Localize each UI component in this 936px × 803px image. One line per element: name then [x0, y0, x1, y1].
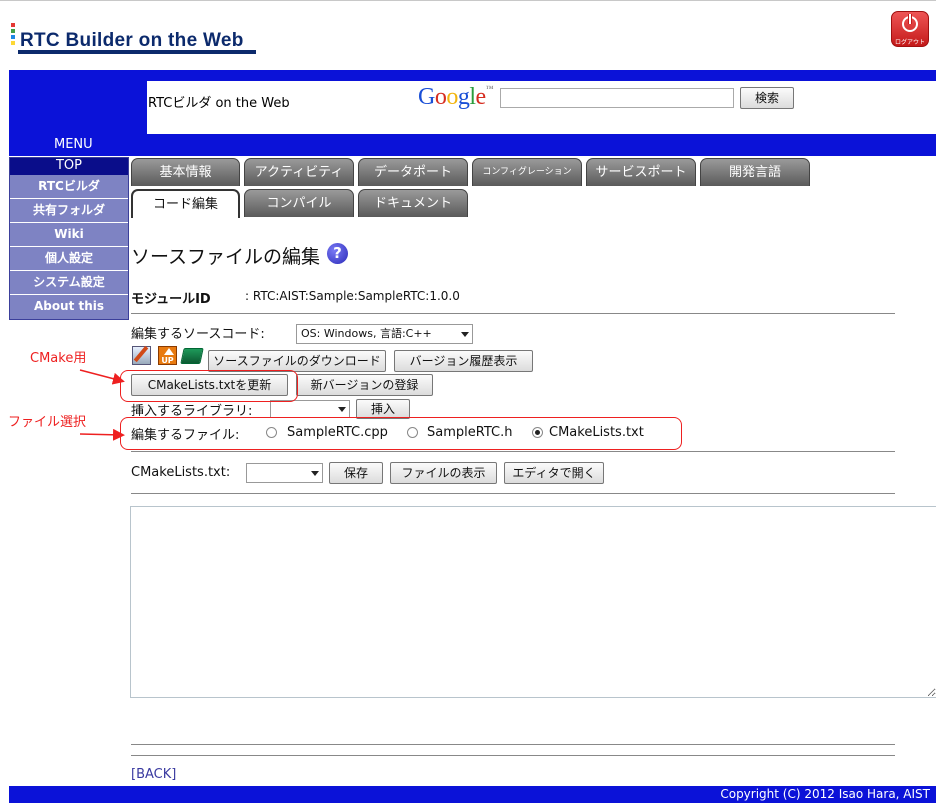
- chevron-down-icon: [461, 332, 469, 337]
- back-link[interactable]: [BACK]: [131, 767, 176, 782]
- divider: [131, 493, 895, 494]
- logo-dot-blue: [11, 35, 15, 39]
- top-divider: [0, 0, 936, 1]
- module-id-value: : RTC:AIST:Sample:SampleRTC:1.0.0: [245, 289, 460, 303]
- download-source-button[interactable]: ソースファイルのダウンロード: [208, 350, 386, 372]
- tab-dataport[interactable]: データポート: [358, 158, 468, 186]
- google-letter: e: [475, 84, 487, 110]
- source-code-label: 編集するソースコード:: [131, 327, 265, 342]
- logout-button[interactable]: ログアウト: [891, 11, 929, 47]
- site-logo: RTC Builder on the Web: [20, 30, 244, 51]
- google-letter: o: [434, 84, 447, 110]
- sidebar-item-personal-settings[interactable]: 個人設定: [10, 247, 128, 271]
- search-button[interactable]: 検索: [740, 87, 794, 109]
- annotation-box-file-select: [120, 417, 682, 450]
- folder-icon[interactable]: [180, 348, 204, 364]
- tab-basic-info[interactable]: 基本情報: [131, 158, 240, 186]
- chevron-down-icon: [311, 471, 319, 476]
- site-name: RTCビルダ on the Web: [148, 96, 290, 111]
- divider: [131, 755, 895, 756]
- sidebar-item-top[interactable]: TOP: [10, 158, 128, 175]
- annotation-box-cmake: [120, 370, 298, 402]
- logout-label: ログアウト: [894, 39, 925, 46]
- google-letter: G: [418, 84, 435, 110]
- power-icon-line: [908, 14, 912, 24]
- upload-icon[interactable]: UP: [158, 346, 177, 365]
- logo-dot-yellow: [11, 41, 15, 45]
- sidebar-item-system-settings[interactable]: システム設定: [10, 271, 128, 295]
- annotation-arrow-file-select: [79, 428, 125, 441]
- show-file-button[interactable]: ファイルの表示: [390, 462, 497, 484]
- sidebar-item-rtcbuilder[interactable]: RTCビルダ: [10, 175, 128, 199]
- tab-dev-language[interactable]: 開発言語: [700, 158, 810, 186]
- logo-dot-red: [11, 23, 15, 27]
- header-band-bottom: [147, 134, 936, 156]
- tab-compile[interactable]: コンパイル: [244, 189, 354, 217]
- tab-serviceport[interactable]: サービスポート: [586, 158, 696, 186]
- sidebar-item-about[interactable]: About this: [10, 295, 128, 319]
- tab-code-edit[interactable]: コード編集: [131, 189, 240, 218]
- sidebar-item-shared-folder[interactable]: 共有フォルダ: [10, 199, 128, 223]
- logo-dot-green: [11, 29, 15, 33]
- save-button[interactable]: 保存: [329, 462, 383, 484]
- copyright: Copyright (C) 2012 Isao Hara, AIST: [720, 787, 930, 801]
- logo-underline: [18, 50, 256, 54]
- module-id-label: モジュールID: [131, 292, 211, 307]
- divider: [131, 451, 895, 452]
- google-tm: ™: [485, 84, 494, 93]
- library-select[interactable]: [270, 400, 350, 418]
- divider: [131, 744, 895, 745]
- register-new-version-button[interactable]: 新バージョンの登録: [296, 374, 433, 396]
- tab-configuration[interactable]: コンフィグレーション: [472, 158, 582, 186]
- code-editor[interactable]: [130, 506, 936, 698]
- help-icon[interactable]: ?: [327, 243, 348, 264]
- sidebar-item-wiki[interactable]: Wiki: [10, 223, 128, 247]
- sidebar-menu: TOP RTCビルダ 共有フォルダ Wiki 個人設定 システム設定 About…: [9, 157, 129, 320]
- google-letter: o: [446, 84, 458, 110]
- divider: [131, 313, 895, 314]
- source-code-value: OS: Windows, 言語:C++: [301, 327, 432, 340]
- chevron-down-icon: [338, 407, 346, 412]
- google-logo: Google™: [418, 84, 494, 111]
- source-code-select[interactable]: OS: Windows, 言語:C++: [296, 324, 473, 344]
- current-file-select[interactable]: [246, 463, 323, 483]
- search-input[interactable]: [500, 88, 734, 108]
- current-file-label: CMakeLists.txt:: [131, 465, 231, 480]
- edit-icon[interactable]: [132, 346, 151, 365]
- annotation-cmake: CMake用: [30, 351, 87, 366]
- insert-button[interactable]: 挿入: [356, 399, 410, 419]
- version-history-button[interactable]: バージョン履歴表示: [394, 350, 533, 372]
- google-letter: g: [457, 84, 470, 110]
- tab-document[interactable]: ドキュメント: [358, 189, 468, 217]
- annotation-arrow-cmake: [79, 369, 125, 385]
- header-band-top: [9, 70, 936, 81]
- footer-bar: Copyright (C) 2012 Isao Hara, AIST: [9, 786, 936, 803]
- annotation-file-select: ファイル選択: [8, 415, 87, 430]
- menu-title: MENU: [54, 137, 93, 152]
- open-editor-button[interactable]: エディタで開く: [504, 462, 604, 484]
- tab-activity[interactable]: アクティビティ: [244, 158, 354, 186]
- page-title: ソースファイルの編集: [131, 246, 321, 268]
